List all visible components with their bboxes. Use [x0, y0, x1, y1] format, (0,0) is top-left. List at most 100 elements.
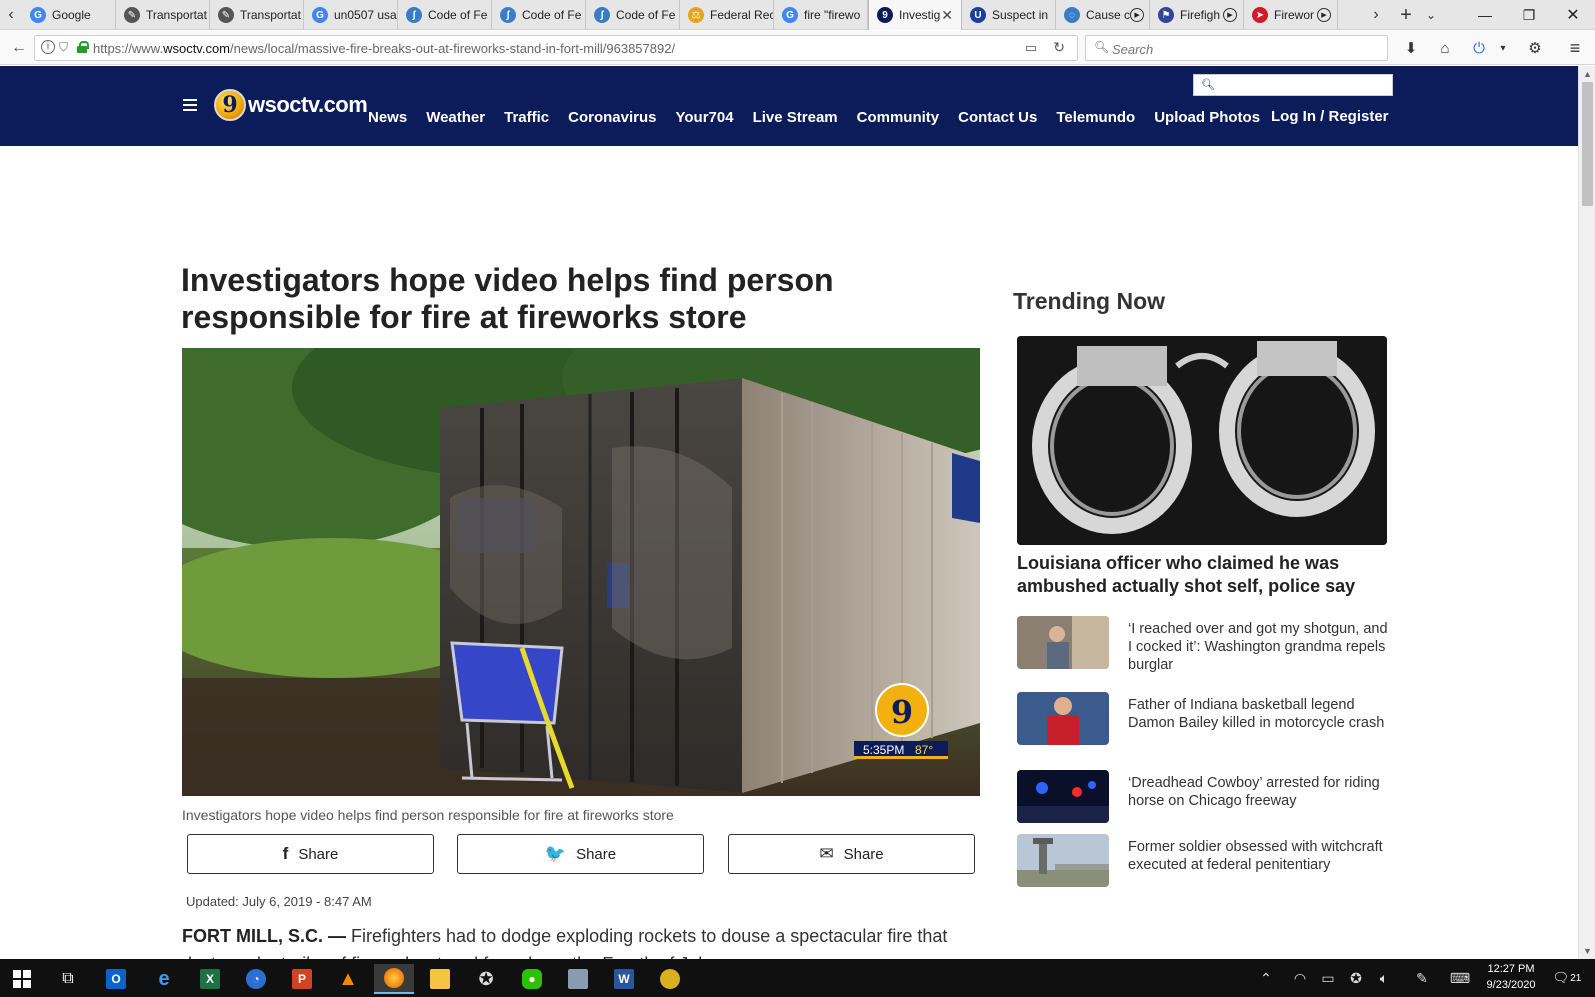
menu-icon[interactable]: ≡	[1562, 36, 1588, 60]
battery-icon[interactable]: ▭	[1318, 965, 1338, 991]
trending-hero-image[interactable]	[1017, 336, 1387, 545]
network-icon[interactable]: ◠	[1290, 965, 1310, 991]
browser-tab[interactable]: ʃ Code of Fe	[398, 0, 492, 30]
taskbar-wechat[interactable]: ●	[512, 964, 552, 994]
share-twitter-button[interactable]: 🐦 Share	[457, 834, 704, 874]
share-label: Share	[843, 845, 884, 863]
browser-tab[interactable]: ʃ Code of Fe	[492, 0, 586, 30]
keyboard-icon[interactable]: ⌨	[1448, 965, 1472, 991]
site-logo[interactable]: 9 wsoctv.com	[214, 87, 368, 123]
task-view-button[interactable]: ⧉	[48, 964, 88, 994]
email-icon: ✉	[819, 844, 834, 863]
taskbar-powerpoint[interactable]: P	[282, 964, 322, 994]
taskbar-app-character[interactable]	[650, 964, 690, 994]
star-app-icon: ✪	[478, 968, 494, 989]
nav-link-traffic[interactable]: Traffic	[504, 109, 549, 126]
browser-search-field[interactable]: 🔍︎ Search	[1085, 35, 1388, 61]
media-play-icon[interactable]: ▶	[1130, 8, 1145, 22]
reload-icon[interactable]: ↻	[1053, 39, 1065, 56]
browser-tab[interactable]: ⚖ Federal Rec	[680, 0, 774, 30]
browser-tab[interactable]: Gun0507 usa	[304, 0, 398, 30]
url-text[interactable]: https://www.wsoctv.com/news/local/massiv…	[93, 41, 675, 56]
media-play-icon[interactable]: ▶	[1317, 8, 1331, 22]
taskbar-word[interactable]: W	[604, 964, 644, 994]
taskbar-file-explorer[interactable]	[420, 964, 460, 994]
article-hero-image[interactable]: 9 5:35PM 87°	[182, 348, 980, 796]
page-scrollbar[interactable]: ▲ ▼	[1578, 66, 1595, 959]
close-window-button[interactable]: ✕	[1551, 0, 1595, 30]
start-button[interactable]	[2, 964, 42, 994]
nav-link-live-stream[interactable]: Live Stream	[753, 109, 838, 126]
customize-icon[interactable]: ⚙	[1522, 36, 1548, 60]
taskbar-firefox[interactable]	[374, 964, 414, 994]
list-all-tabs-button[interactable]: ⌄	[1420, 0, 1442, 30]
site-menu-icon[interactable]	[183, 99, 197, 111]
search-icon: 🔍︎	[1201, 79, 1215, 91]
nav-link-news[interactable]: News	[368, 109, 407, 126]
taskbar-outlook[interactable]: O	[96, 964, 136, 994]
tab-label: Transportat	[146, 8, 207, 22]
nav-link-telemundo[interactable]: Telemundo	[1056, 109, 1135, 126]
browser-tab[interactable]: ➤ Firewor ▶	[1244, 0, 1338, 30]
trending-thumbnail	[1017, 834, 1109, 887]
nav-link-your704[interactable]: Your704	[675, 109, 733, 126]
system-clock[interactable]: 12:27 PM 9/23/2020	[1476, 961, 1546, 993]
home-icon[interactable]: ⌂	[1432, 36, 1458, 60]
tab-label: Code of Fe	[616, 8, 676, 22]
media-play-icon[interactable]: ▶	[1223, 8, 1237, 22]
browser-tab[interactable]: G Google	[22, 0, 116, 30]
reader-view-icon[interactable]: ▭	[1025, 40, 1037, 56]
taskbar-excel[interactable]: X	[190, 964, 230, 994]
site-search-input[interactable]: 🔍︎	[1193, 74, 1393, 96]
taskbar-vlc[interactable]: ▲	[328, 964, 368, 994]
clock-date: 9/23/2020	[1486, 979, 1536, 991]
scrollbar-thumb[interactable]	[1582, 82, 1593, 206]
taskbar-app-star[interactable]: ✪	[466, 964, 506, 994]
nav-link-weather[interactable]: Weather	[426, 109, 485, 126]
url-bar[interactable]: i ⛉ https://www.wsoctv.com/news/local/ma…	[34, 35, 1078, 61]
site-info-icon[interactable]: i	[41, 40, 55, 54]
restore-button[interactable]: ❐	[1507, 0, 1551, 30]
downloads-icon[interactable]: ⬇	[1398, 36, 1424, 60]
nav-link-contact-us[interactable]: Contact Us	[958, 109, 1037, 126]
taskbar-app-circle[interactable]: ◔	[236, 964, 276, 994]
browser-tab[interactable]: Gfire "firewo	[774, 0, 868, 30]
nav-link-upload-photos[interactable]: Upload Photos	[1154, 109, 1260, 126]
scroll-down-arrow-icon[interactable]: ▼	[1579, 943, 1595, 959]
windows-logo-icon	[13, 970, 31, 988]
browser-tab[interactable]: ʃ Code of Fe	[586, 0, 680, 30]
browser-tab[interactable]: ✎ Transportat	[116, 0, 210, 30]
tracking-shield-icon[interactable]: ⛉	[59, 40, 68, 55]
app-tray-icon[interactable]: ✪	[1346, 965, 1366, 991]
taskbar-app-window[interactable]	[558, 964, 598, 994]
tab-label: Suspect in	[992, 8, 1049, 22]
close-tab-icon[interactable]: ✕	[941, 7, 953, 24]
new-tab-button[interactable]: +	[1395, 0, 1417, 30]
tab-label: Transportat	[240, 8, 301, 22]
action-center-button[interactable]: 🗨︎ 21	[1552, 965, 1582, 991]
browser-tab[interactable]: ⚑ Firefigh ▶	[1150, 0, 1244, 30]
extension-icon[interactable]: ⏻	[1466, 36, 1492, 60]
pen-icon[interactable]: ✎	[1412, 965, 1432, 991]
login-register-link[interactable]: Log In / Register	[1271, 108, 1389, 125]
nav-link-coronavirus[interactable]: Coronavirus	[568, 109, 656, 126]
browser-tab[interactable]: 9 Investig ✕	[868, 0, 962, 30]
tab-scroll-right-button[interactable]: ›	[1366, 0, 1386, 30]
share-email-button[interactable]: ✉ Share	[728, 834, 975, 874]
share-facebook-button[interactable]: f Share	[187, 834, 434, 874]
browser-tab[interactable]: U Suspect in	[962, 0, 1056, 30]
browser-tab[interactable]: ◌ Cause c ▶	[1056, 0, 1150, 30]
volume-icon[interactable]: 🔈︎	[1374, 965, 1394, 991]
minimize-button[interactable]: —	[1463, 0, 1507, 30]
tab-scroll-left-button[interactable]: ‹	[0, 0, 22, 30]
taskbar-edge[interactable]: e	[144, 964, 184, 994]
ecfr-icon: ʃ	[500, 7, 516, 23]
extension-dropdown-icon[interactable]: ▾	[1490, 36, 1516, 60]
back-button[interactable]: ←	[6, 36, 32, 60]
tab-label: Code of Fe	[522, 8, 582, 22]
nav-link-community[interactable]: Community	[857, 109, 940, 126]
scroll-up-arrow-icon[interactable]: ▲	[1579, 66, 1595, 82]
trending-hero-link[interactable]: Louisiana officer who claimed he was amb…	[1017, 552, 1387, 598]
browser-tab[interactable]: ✎ Transportat	[210, 0, 304, 30]
show-hidden-icons-icon[interactable]: ⌃	[1257, 965, 1275, 991]
